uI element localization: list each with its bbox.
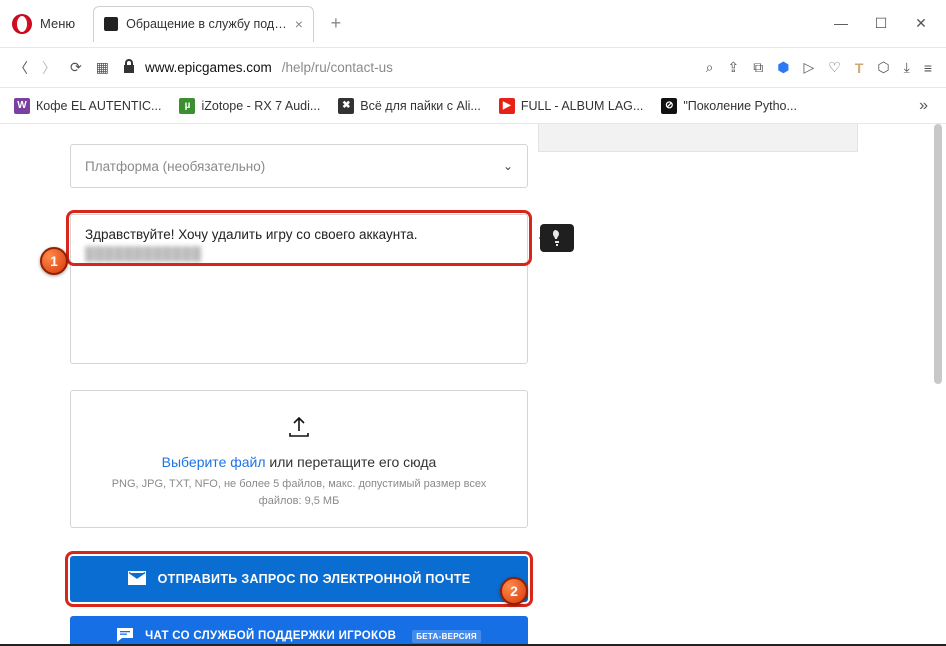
contact-form: Платформа (необязательно) ⌄ Здравствуйте… [70, 144, 528, 646]
speed-dial-icon[interactable]: ▦ [96, 59, 109, 76]
cube-icon[interactable]: ⬡ [877, 59, 889, 76]
message-text: Здравствуйте! Хочу удалить игру со своег… [85, 227, 513, 242]
browser-toolbar: 〈 〉 ⟳ ▦ www.epicgames.com/help/ru/contac… [0, 48, 946, 88]
bookmark-favicon-icon: ▶ [499, 98, 515, 114]
platform-select[interactable]: Платформа (необязательно) ⌄ [70, 144, 528, 188]
tab-title: Обращение в службу под… [126, 17, 287, 31]
bookmark-item[interactable]: ▶FULL - ALBUM LAG... [499, 98, 644, 114]
bookmark-favicon-icon: ✖ [338, 98, 354, 114]
message-text-redacted: ████████████ [85, 246, 513, 261]
nav-reload-button[interactable]: ⟳ [70, 59, 82, 76]
chevron-down-icon: ⌄ [503, 159, 513, 173]
window-titlebar: Меню Обращение в службу под… × + — ☐ ✕ [0, 0, 946, 48]
bookmark-item[interactable]: WКофе EL AUTENTIC... [14, 98, 161, 114]
annotation-step-1: 1 [40, 247, 68, 275]
mail-icon [128, 571, 146, 588]
easy-setup-icon[interactable]: ≡ [924, 60, 932, 76]
bookmark-item[interactable]: ✖Всё для пайки с Ali... [338, 98, 481, 114]
tab-favicon-icon [104, 17, 118, 31]
shield-icon[interactable]: ⬢ [777, 59, 789, 76]
url-host: www.epicgames.com [145, 60, 272, 75]
annotation-step-2: 2 [500, 577, 528, 605]
play-icon[interactable]: ▷ [803, 59, 814, 76]
window-maximize-icon[interactable]: ☐ [874, 15, 888, 32]
browser-menu-button[interactable]: Меню [40, 16, 75, 31]
bookmark-item[interactable]: µiZotope - RX 7 Audi... [179, 98, 320, 114]
bookmark-item[interactable]: ⊘"Поколение Pytho... [661, 98, 797, 114]
upload-instruction: Выберите файл или перетащите его сюда [91, 454, 507, 470]
beta-badge: БЕТА-ВЕРСИЯ [412, 630, 481, 643]
window-minimize-icon[interactable]: — [834, 15, 848, 32]
scrollbar-thumb[interactable] [934, 124, 942, 384]
heart-icon[interactable]: ♡ [828, 59, 841, 76]
share-icon[interactable]: ⇪ [728, 59, 740, 76]
window-border [0, 642, 946, 646]
tab-close-icon[interactable]: × [295, 16, 303, 32]
bookmark-favicon-icon: µ [179, 98, 195, 114]
upload-hint: PNG, JPG, TXT, NFO, не более 5 файлов, м… [91, 476, 507, 509]
message-textarea[interactable]: Здравствуйте! Хочу удалить игру со своег… [70, 214, 528, 364]
file-upload-dropzone[interactable]: Выберите файл или перетащите его сюда PN… [70, 390, 528, 528]
nav-back-button[interactable]: 〈 [14, 58, 28, 78]
t-extension-icon[interactable]: T [855, 60, 864, 76]
platform-select-placeholder: Платформа (необязательно) [85, 159, 265, 174]
upload-icon [286, 415, 312, 444]
submit-email-button[interactable]: ОТПРАВИТЬ ЗАПРОС ПО ЭЛЕКТРОННОЙ ПОЧТЕ [70, 556, 528, 602]
bookmarks-bar: WКофе EL AUTENTIC... µiZotope - RX 7 Aud… [0, 88, 946, 124]
choose-file-link[interactable]: Выберите файл [162, 454, 266, 470]
bookmark-favicon-icon: W [14, 98, 30, 114]
camera-icon[interactable]: ⧉ [753, 59, 763, 76]
lock-icon [123, 59, 135, 76]
submit-email-label: ОТПРАВИТЬ ЗАПРОС ПО ЭЛЕКТРОННОЙ ПОЧТЕ [158, 572, 471, 586]
url-path: /help/ru/contact-us [282, 60, 393, 75]
address-bar[interactable]: www.epicgames.com/help/ru/contact-us [123, 59, 692, 76]
bookmark-favicon-icon: ⊘ [661, 98, 677, 114]
page-viewport: Платформа (необязательно) ⌄ Здравствуйте… [0, 124, 946, 646]
hint-tooltip[interactable] [540, 224, 574, 252]
browser-tab-active[interactable]: Обращение в службу под… × [93, 6, 314, 42]
new-tab-button[interactable]: + [324, 13, 348, 34]
nav-forward-button[interactable]: 〉 [42, 58, 56, 78]
chat-support-label: ЧАТ СО СЛУЖБОЙ ПОДДЕРЖКИ ИГРОКОВ [145, 630, 396, 642]
bookmarks-overflow-button[interactable]: » [919, 97, 932, 115]
window-close-icon[interactable]: ✕ [914, 15, 928, 32]
opera-logo-icon [12, 14, 32, 34]
download-icon[interactable]: ⤓ [904, 59, 910, 76]
scrollbar[interactable] [932, 124, 942, 638]
search-icon[interactable]: ⌕ [706, 59, 714, 76]
